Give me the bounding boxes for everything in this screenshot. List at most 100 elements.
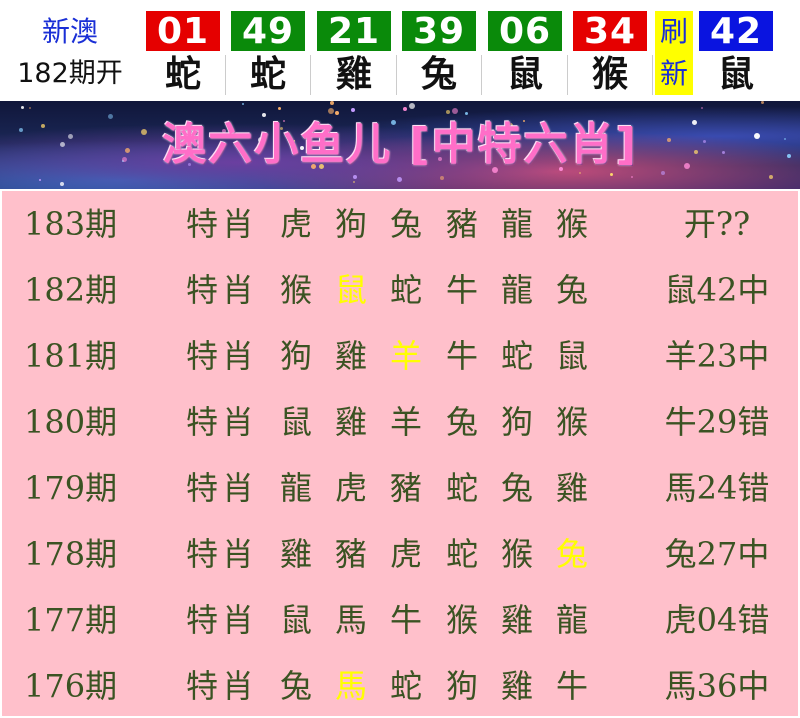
- row-zodiac: 兔: [389, 205, 422, 243]
- table-row: 182期 特肖猴鼠蛇牛龍兔 鼠42中: [2, 257, 798, 323]
- row-label: 特肖: [186, 403, 259, 441]
- row-zodiac: 兔: [445, 403, 478, 441]
- row-label: 特肖: [186, 337, 259, 375]
- row-zodiac: 牛: [445, 271, 478, 309]
- ball-6: 34 猴: [573, 11, 653, 95]
- row-zodiac: 牛: [555, 667, 588, 705]
- row-zodiac-hit: 兔: [555, 535, 588, 573]
- row-label: 特肖: [186, 205, 259, 243]
- special-ball-number: 42: [699, 11, 773, 52]
- special-ball-zodiac: 鼠: [717, 54, 754, 95]
- row-result: 牛29错: [664, 403, 770, 441]
- row-zodiac: 猴: [279, 271, 312, 309]
- row-zodiac: 狗: [279, 337, 312, 375]
- row-zodiac: 蛇: [445, 535, 478, 573]
- row-zodiac: 猴: [500, 535, 533, 573]
- row-label: 特肖: [186, 667, 259, 705]
- draw-issue-label: 182期开: [17, 58, 123, 89]
- row-label: 特肖: [186, 601, 259, 639]
- row-result: 兔27中: [664, 535, 770, 573]
- sparkle-dot: [60, 182, 64, 186]
- row-zodiac: 鼠: [555, 337, 588, 375]
- banner-title: 澳六小鱼儿 [中特六肖]: [162, 119, 638, 170]
- row-zodiac-hit: 鼠: [334, 271, 367, 309]
- ball-number: 21: [317, 11, 391, 52]
- row-issue: 178期: [24, 535, 118, 573]
- row-zodiac: 虎: [279, 205, 312, 243]
- row-result: 馬24错: [664, 469, 770, 507]
- ball-zodiac: 猴: [591, 54, 628, 95]
- row-zodiac: 豬: [445, 205, 478, 243]
- ball-1: 01 蛇: [146, 11, 226, 95]
- row-zodiac-hit: 馬: [334, 667, 367, 705]
- row-zodiac: 兔: [500, 469, 533, 507]
- row-label: 特肖: [186, 271, 259, 309]
- row-zodiac: 狗: [334, 205, 367, 243]
- row-zodiac: 豬: [334, 535, 367, 573]
- sparkle-dot: [452, 108, 458, 114]
- row-result: 馬36中: [664, 667, 770, 705]
- special-ball: 42 鼠: [699, 11, 773, 95]
- table-row: 181期 特肖狗雞羊牛蛇鼠 羊23中: [2, 323, 798, 389]
- row-result: 开??: [683, 205, 751, 243]
- row-zodiac: 雞: [555, 469, 588, 507]
- title-banner: 澳六小鱼儿 [中特六肖]: [0, 101, 800, 189]
- prediction-table: 183期 特肖虎狗兔豬龍猴开?? 182期 特肖猴鼠蛇牛龍兔鼠42中 181期 特肖狗雞羊…: [0, 189, 800, 718]
- sparkle-dot: [29, 107, 31, 109]
- brand-block: 新澳 182期开: [0, 0, 140, 100]
- ball-zodiac: 蛇: [249, 54, 286, 95]
- row-issue: 183期: [24, 205, 118, 243]
- row-zodiac: 兔: [555, 271, 588, 309]
- row-issue: 180期: [24, 403, 118, 441]
- sparkle-dot: [701, 107, 703, 109]
- table-row: 176期 特肖兔馬蛇狗雞牛 馬36中: [2, 653, 798, 718]
- row-zodiac: 虎: [334, 469, 367, 507]
- row-zodiac: 龍: [500, 205, 533, 243]
- sparkle-dot: [446, 110, 450, 114]
- sparkle-dot: [278, 107, 281, 110]
- row-zodiac: 狗: [500, 403, 533, 441]
- brand-title[interactable]: 新澳: [0, 12, 140, 52]
- table-row: 183期 特肖虎狗兔豬龍猴 开??: [2, 191, 798, 257]
- row-issue: 177期: [24, 601, 118, 639]
- row-issue: 181期: [24, 337, 118, 375]
- row-zodiac: 猴: [555, 403, 588, 441]
- ball-divider: [481, 55, 482, 95]
- row-zodiac: 蛇: [445, 469, 478, 507]
- ball-zodiac: 鼠: [506, 54, 543, 95]
- row-zodiac: 龍: [555, 601, 588, 639]
- row-result: 鼠42中: [664, 271, 770, 309]
- row-zodiac: 雞: [279, 535, 312, 573]
- ball-zodiac: 兔: [420, 54, 457, 95]
- ball-number: 49: [231, 11, 305, 52]
- row-zodiac: 猴: [555, 205, 588, 243]
- table-row: 179期 特肖龍虎豬蛇兔雞 馬24错: [2, 455, 798, 521]
- refresh-char-2: 新: [659, 57, 688, 90]
- draw-result-bar: 新澳 182期开 01 蛇 49 蛇 21 雞 39 兔 06 鼠 34 猴 刷 新 42 鼠: [0, 0, 800, 100]
- ball-divider: [310, 55, 311, 95]
- row-zodiac: 兔: [279, 667, 312, 705]
- sparkle-dot: [39, 179, 41, 181]
- sparkle-dot: [330, 101, 334, 105]
- row-zodiac-hit: 羊: [389, 337, 422, 375]
- sparkle-dot: [353, 175, 357, 179]
- row-zodiac: 龍: [500, 271, 533, 309]
- row-label: 特肖: [186, 469, 259, 507]
- table-row: 177期 特肖鼠馬牛猴雞龍 虎04错: [2, 587, 798, 653]
- refresh-char-1: 刷: [659, 15, 688, 48]
- row-label: 特肖: [186, 535, 259, 573]
- row-issue: 176期: [24, 667, 118, 705]
- row-zodiac: 雞: [334, 337, 367, 375]
- ball-divider: [225, 55, 226, 95]
- sparkle-dot: [242, 103, 244, 105]
- row-zodiac: 雞: [334, 403, 367, 441]
- row-zodiac: 蛇: [500, 337, 533, 375]
- ball-4: 39 兔: [402, 11, 482, 95]
- row-zodiac: 雞: [500, 601, 533, 639]
- row-zodiac: 雞: [500, 667, 533, 705]
- refresh-button[interactable]: 刷 新: [655, 11, 693, 95]
- sparkle-dot: [335, 111, 339, 115]
- row-issue: 182期: [24, 271, 118, 309]
- table-row: 178期 特肖雞豬虎蛇猴兔 兔27中: [2, 521, 798, 587]
- row-zodiac: 鼠: [279, 601, 312, 639]
